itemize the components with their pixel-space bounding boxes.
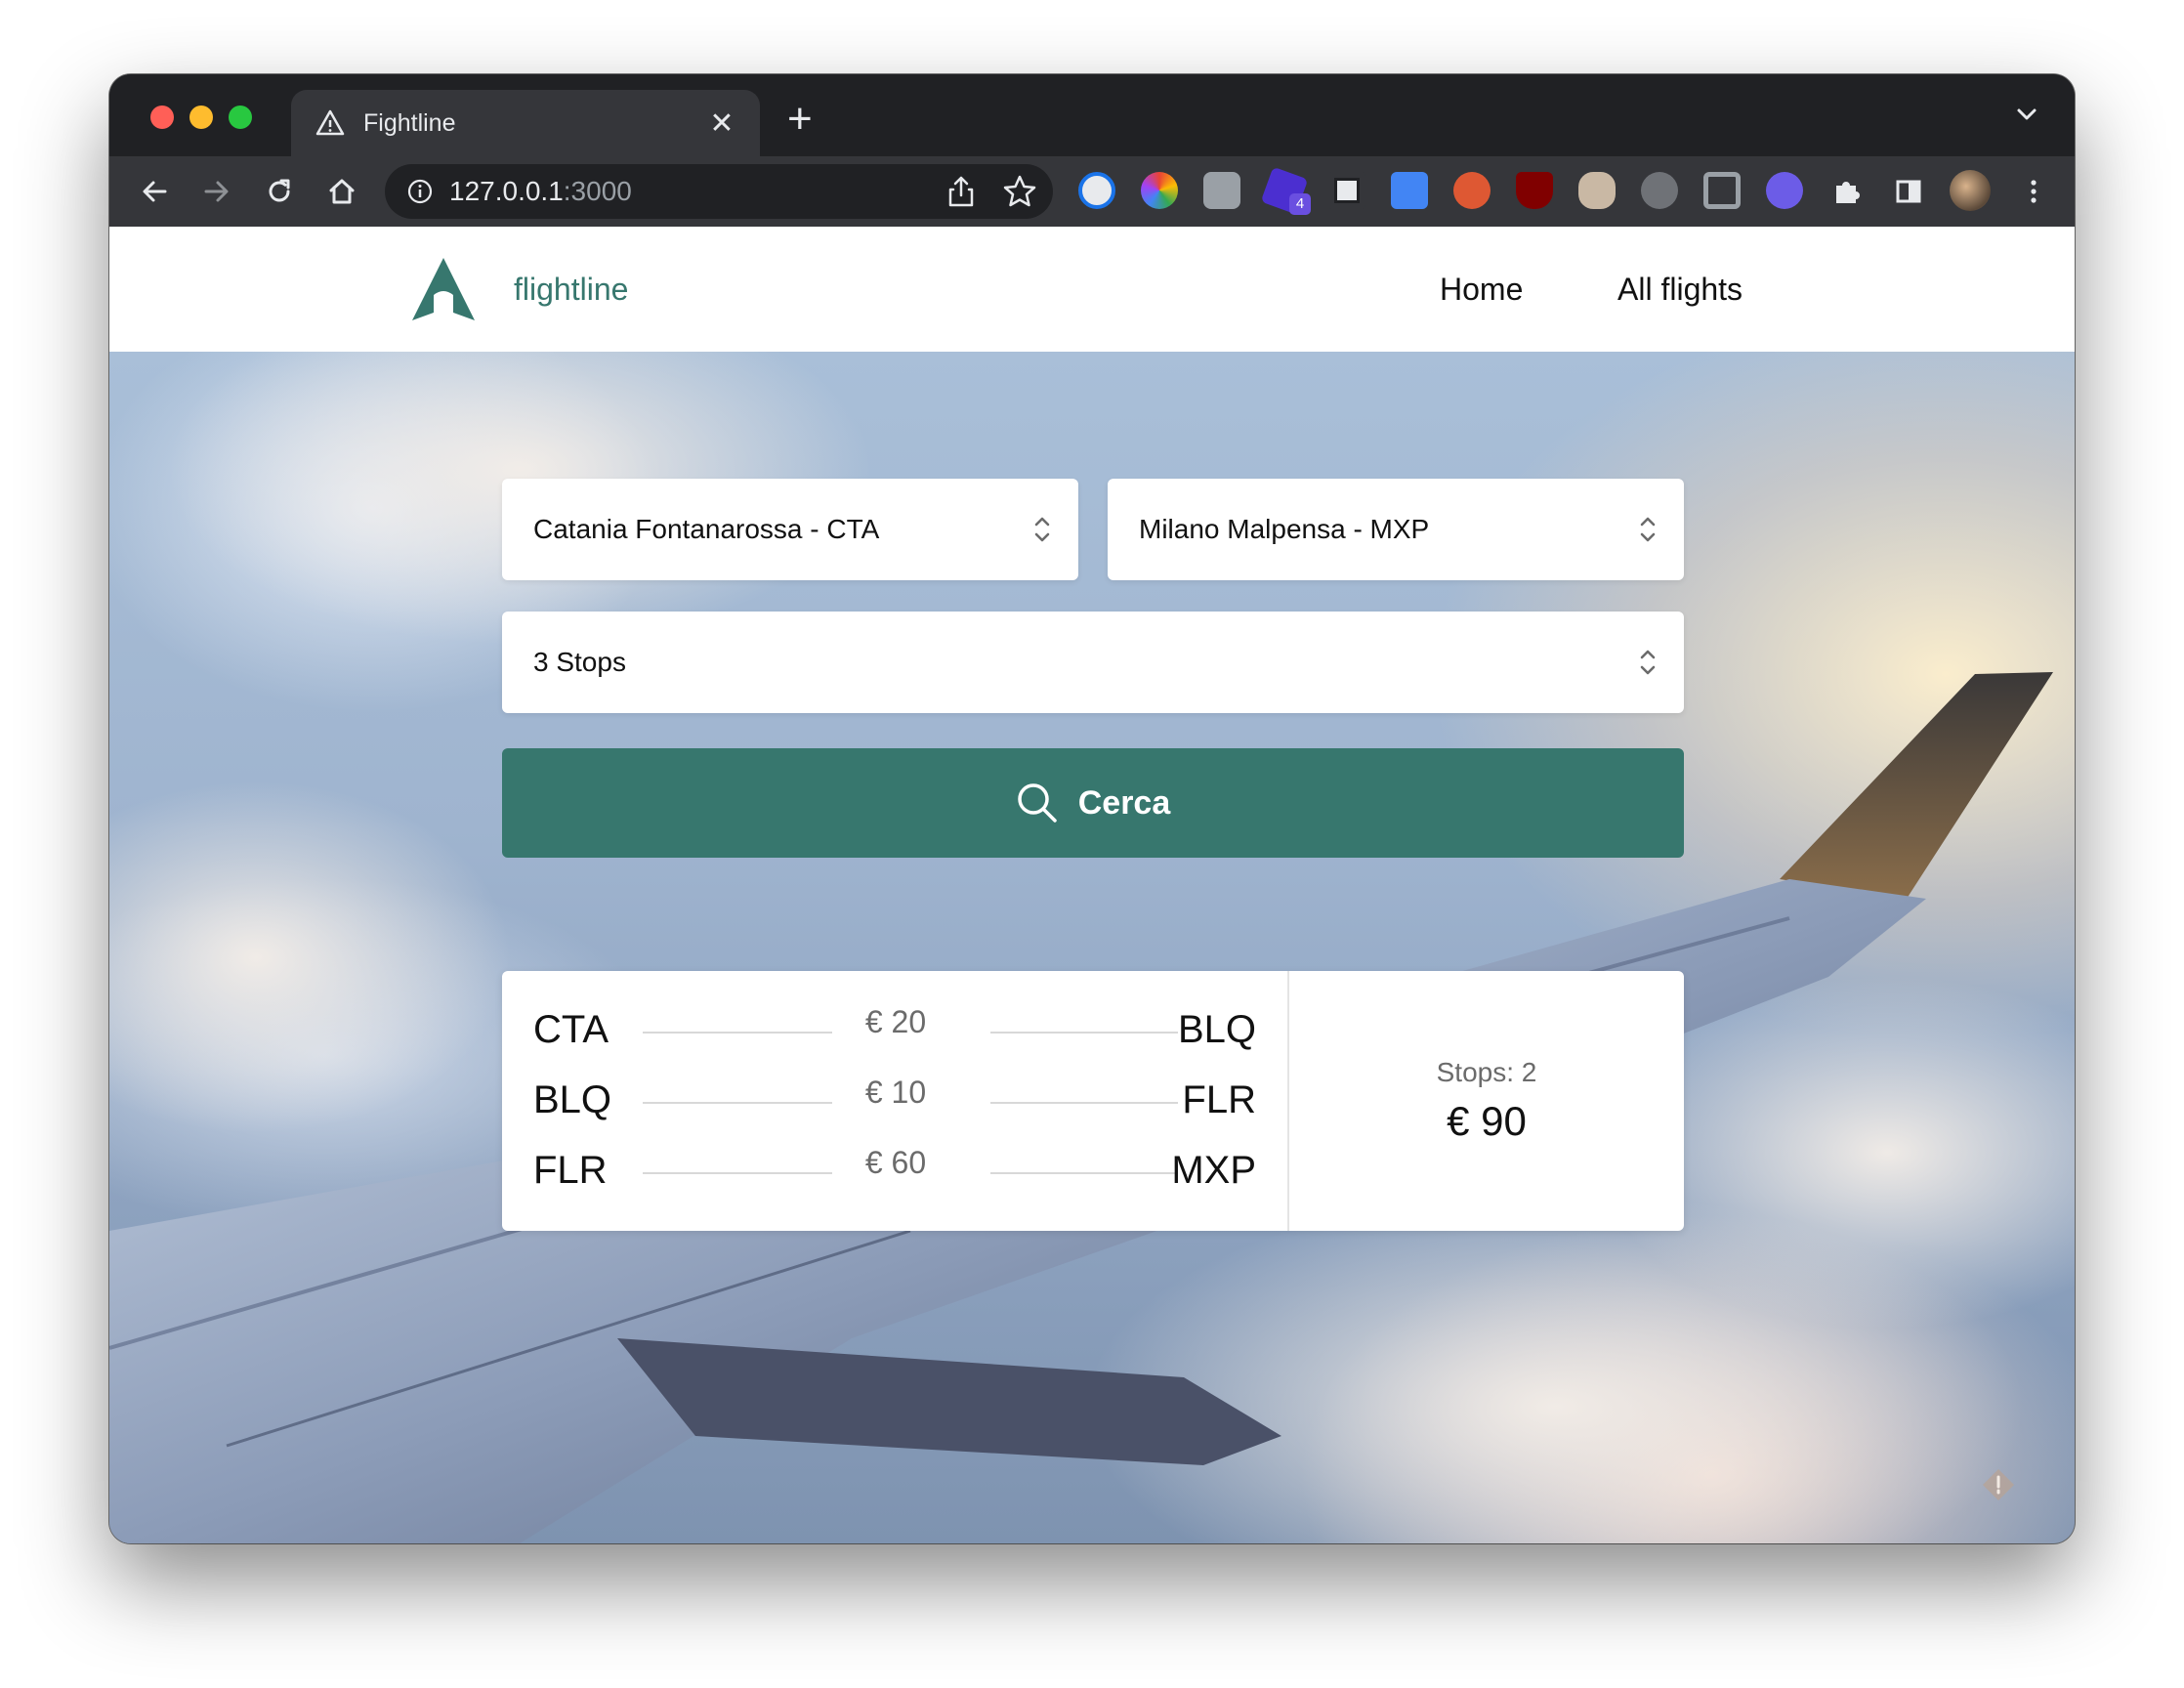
nav-link-home[interactable]: Home	[1440, 272, 1523, 308]
ublock-extension-icon[interactable]	[1516, 172, 1553, 209]
select-chevrons-icon	[1640, 650, 1656, 675]
destination-select[interactable]: Milano Malpensa - MXP	[1108, 479, 1684, 580]
leg-divider	[990, 1172, 1178, 1174]
search-button[interactable]: Cerca	[502, 748, 1684, 858]
reload-icon	[269, 179, 290, 202]
more-vertical-icon	[2031, 180, 2037, 203]
leg-price: € 10	[864, 1075, 927, 1110]
avatar[interactable]	[1950, 170, 1991, 211]
leg-divider	[643, 1032, 832, 1034]
origin-select[interactable]: Catania Fontanarossa - CTA	[502, 479, 1078, 580]
leg-destination: FLR	[1182, 1078, 1256, 1121]
browser-window: Fightline ✕ + 127.0.0.1:3000 4 flightli…	[109, 74, 2075, 1543]
back-button[interactable]	[135, 172, 174, 211]
close-window-button[interactable]	[150, 106, 174, 129]
search-button-label: Cerca	[1077, 783, 1171, 822]
browser-toolbar: 127.0.0.1:3000 4	[109, 156, 2075, 227]
site-navbar: flightline Home All flights	[109, 227, 2075, 352]
home-button[interactable]	[322, 172, 361, 211]
puzzle-icon	[1836, 182, 1860, 203]
web-page: flightline Home All flights Catania Font…	[109, 227, 2075, 1543]
home-icon	[329, 179, 355, 204]
stops-count: Stops: 2	[1436, 1057, 1537, 1087]
flight-result-card[interactable]: CTA € 20 BLQ BLQ € 10 FLR FLR € 60 MXP S…	[502, 971, 1684, 1231]
select-chevrons-icon	[1640, 517, 1656, 542]
maximize-window-button[interactable]	[229, 106, 252, 129]
airplane-wing-background-image	[109, 352, 2075, 1543]
url-host: 127.0.0.1	[449, 176, 564, 206]
nav-link-all-flights[interactable]: All flights	[1617, 272, 1743, 308]
feedback-icon[interactable]	[1979, 1465, 2018, 1504]
browser-tab[interactable]: Fightline ✕	[291, 90, 760, 156]
forward-button[interactable]	[197, 172, 236, 211]
animal-extension-icon[interactable]	[1578, 172, 1616, 209]
leg-destination: BLQ	[1177, 1008, 1256, 1051]
select-chevrons-icon	[1034, 517, 1050, 542]
flight-leg: BLQ € 10 FLR	[533, 1075, 1256, 1145]
arrow-right-icon	[204, 181, 229, 202]
tab-title: Fightline	[363, 108, 456, 137]
picture-in-picture-extension-icon[interactable]	[1328, 172, 1365, 209]
leg-price: € 20	[864, 1004, 927, 1039]
reload-button[interactable]	[260, 172, 299, 211]
tab-close-icon[interactable]: ✕	[707, 106, 736, 141]
leg-origin: FLR	[533, 1149, 608, 1192]
color-picker-extension-icon[interactable]	[1141, 172, 1178, 209]
bookmark-star-icon[interactable]	[1002, 172, 1037, 211]
duckduckgo-extension-icon[interactable]	[1453, 172, 1491, 209]
code-extension-icon[interactable]	[1703, 172, 1741, 209]
leg-destination: MXP	[1171, 1149, 1256, 1192]
flight-leg: CTA € 20 BLQ	[533, 1004, 1256, 1075]
side-panel-icon	[1896, 180, 1921, 203]
url-port: :3000	[563, 176, 632, 206]
browser-menu-button[interactable]	[2014, 172, 2053, 211]
side-panel-button[interactable]	[1889, 172, 1928, 211]
search-icon	[1017, 783, 1057, 823]
leg-divider	[643, 1102, 832, 1104]
total-price: € 90	[1447, 1098, 1527, 1144]
leg-divider	[643, 1172, 832, 1174]
origin-select-value: Catania Fontanarossa - CTA	[533, 514, 880, 544]
password-manager-extension-icon[interactable]	[1078, 172, 1115, 209]
tab-strip: Fightline ✕ +	[109, 74, 2075, 156]
new-tab-button[interactable]: +	[787, 98, 813, 141]
flight-summary: Stops: 2 € 90	[1289, 971, 1684, 1231]
share-icon[interactable]	[945, 172, 977, 211]
stops-select[interactable]: 3 Stops	[502, 612, 1684, 713]
arrow-left-icon	[143, 181, 167, 202]
leg-divider	[990, 1032, 1178, 1034]
address-bar[interactable]: 127.0.0.1:3000	[385, 164, 1053, 219]
destination-select-value: Milano Malpensa - MXP	[1139, 514, 1430, 544]
leg-origin: CTA	[533, 1008, 609, 1051]
translate-extension-icon[interactable]	[1391, 172, 1428, 209]
chevron-down-icon[interactable]	[2012, 100, 2041, 129]
extensions-button[interactable]	[1827, 172, 1866, 211]
hero-section: Catania Fontanarossa - CTA Milano Malpen…	[109, 352, 2075, 1543]
brand-name[interactable]: flightline	[514, 272, 628, 308]
leg-origin: BLQ	[533, 1078, 612, 1121]
camera-extension-icon[interactable]	[1203, 172, 1240, 209]
stops-select-value: 3 Stops	[533, 647, 626, 677]
info-icon[interactable]	[406, 178, 434, 205]
link-extension-icon[interactable]	[1766, 172, 1803, 209]
flight-legs: CTA € 20 BLQ BLQ € 10 FLR FLR € 60 MXP	[502, 971, 1289, 1231]
warning-triangle-icon	[315, 109, 345, 136]
minimize-window-button[interactable]	[189, 106, 213, 129]
gear-extension-icon[interactable]	[1641, 172, 1678, 209]
flight-leg: FLR € 60 MXP	[533, 1145, 1256, 1215]
flightline-logo-icon[interactable]	[410, 256, 477, 322]
extension-badge: 4	[1289, 193, 1311, 215]
leg-price: € 60	[864, 1145, 927, 1180]
leg-divider	[990, 1102, 1178, 1104]
